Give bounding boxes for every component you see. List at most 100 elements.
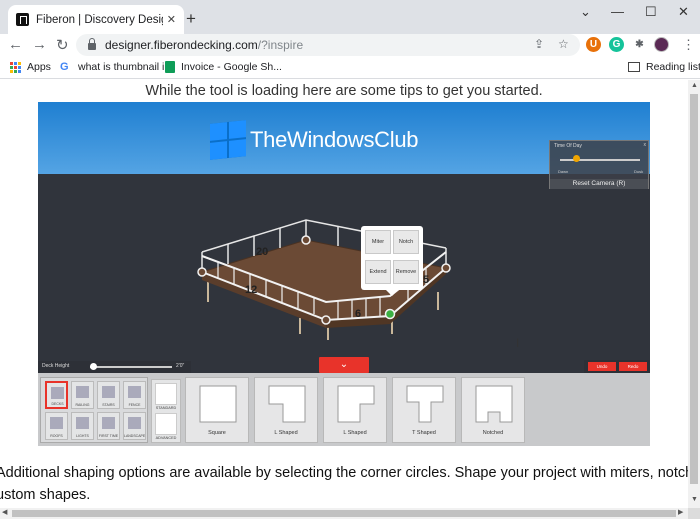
category-decks[interactable]: DECKS bbox=[45, 381, 68, 409]
tab-close-icon[interactable]: ✕ bbox=[167, 13, 176, 26]
notch-button[interactable]: Notch bbox=[393, 230, 419, 254]
time-of-day-close-icon[interactable]: x bbox=[644, 142, 647, 148]
shape-card-label: T Shaped bbox=[412, 430, 436, 436]
google-icon: G bbox=[60, 61, 69, 73]
undo-button[interactable]: Undo bbox=[588, 362, 616, 371]
landscape-icon bbox=[128, 417, 141, 429]
miter-button[interactable]: Miter bbox=[365, 230, 391, 254]
vertical-scrollbar[interactable]: ▲ ▼ bbox=[688, 80, 700, 508]
share-icon[interactable]: ⇪ bbox=[534, 37, 544, 51]
tab-strip: Fiberon | Discovery Designer | 3D ✕ + ⌄ … bbox=[0, 0, 700, 34]
bookmark-item[interactable]: G what is thumbnail i... bbox=[60, 61, 173, 73]
minimize-button[interactable]: — bbox=[611, 4, 624, 19]
deck-height-control: Deck Height 2'0" bbox=[38, 361, 191, 373]
category-fence[interactable]: FENCE bbox=[123, 381, 146, 409]
lights-icon bbox=[76, 417, 89, 429]
shape-card-square[interactable]: Square bbox=[185, 377, 249, 443]
shape-card-label: L Shaped bbox=[274, 430, 298, 436]
reload-button[interactable]: ↻ bbox=[56, 36, 69, 54]
bookmark-star-icon[interactable]: ☆ bbox=[558, 37, 569, 51]
extend-button[interactable]: Extend bbox=[365, 260, 391, 284]
dimension-label-left: 12 bbox=[245, 284, 258, 296]
reset-camera-button[interactable]: Reset Camera (R) bbox=[550, 179, 648, 189]
remove-button[interactable]: Remove bbox=[393, 260, 419, 284]
time-of-day-knob[interactable] bbox=[573, 155, 580, 162]
mode-toggle[interactable]: STANDARD ADVANCED bbox=[151, 379, 181, 443]
corner-options-popup: Miter Notch Extend Remove bbox=[361, 226, 423, 296]
redo-button[interactable]: Redo bbox=[619, 362, 647, 371]
category-railing[interactable]: RAILING bbox=[71, 381, 94, 409]
google-sheets-icon bbox=[165, 61, 175, 73]
undo-redo-panel: Undo Redo bbox=[584, 360, 650, 373]
vertical-scroll-thumb[interactable] bbox=[690, 94, 698, 484]
l-shape-icon bbox=[268, 385, 306, 423]
advanced-mode-icon bbox=[155, 413, 177, 435]
page-content: While the tool is loading here are some … bbox=[0, 80, 688, 508]
deck-height-label: Deck Height bbox=[42, 363, 70, 369]
ublock-extension-icon[interactable]: U bbox=[586, 37, 601, 52]
shaping-tip-paragraph: Additional shaping options are available… bbox=[0, 462, 688, 506]
scroll-up-icon[interactable]: ▲ bbox=[691, 82, 698, 89]
standard-mode-icon bbox=[155, 383, 177, 405]
apps-grid-icon bbox=[10, 61, 21, 73]
bookmarks-bar: Apps G what is thumbnail i... Invoice - … bbox=[0, 57, 700, 79]
horizontal-scrollbar[interactable]: ◀ ▶ bbox=[0, 508, 688, 519]
new-tab-button[interactable]: + bbox=[186, 9, 196, 29]
time-of-day-low-label: Dawn bbox=[558, 169, 569, 174]
reading-list-icon bbox=[628, 62, 640, 72]
deck-height-knob[interactable] bbox=[90, 363, 97, 370]
browser-window: Fiberon | Discovery Designer | 3D ✕ + ⌄ … bbox=[0, 0, 700, 519]
category-stairs[interactable]: STAIRS bbox=[97, 381, 120, 409]
shape-card-t-shaped[interactable]: T Shaped bbox=[392, 377, 456, 443]
collapse-panel-button[interactable]: ⌄ bbox=[319, 357, 369, 373]
bookmark-apps-label: Apps bbox=[27, 61, 51, 73]
time-of-day-slider[interactable] bbox=[560, 159, 640, 161]
back-button[interactable]: ← bbox=[8, 36, 23, 53]
close-window-button[interactable]: ✕ bbox=[678, 4, 689, 20]
category-landscape[interactable]: LANDSCAPE bbox=[123, 412, 146, 440]
bookmark-item[interactable]: Invoice - Google Sh... bbox=[165, 61, 282, 73]
standard-mode-label: STANDARD bbox=[155, 406, 177, 410]
shape-tray: DECKS RAILING STAIRS FENCE ROOFS LIGHTS … bbox=[38, 373, 650, 446]
category-roofs[interactable]: ROOFS bbox=[45, 412, 68, 440]
advanced-mode-label: ADVANCED bbox=[155, 436, 177, 440]
deck-designer-scene[interactable]: TheWindowsClub Time Of Day x Dawn Dusk R… bbox=[38, 102, 650, 446]
first-time-icon bbox=[102, 417, 115, 429]
category-first-time[interactable]: FIRST TIME bbox=[97, 412, 120, 440]
watermark-text: TheWindowsClub bbox=[250, 127, 419, 152]
decks-icon bbox=[51, 387, 64, 399]
bookmark-label: what is thumbnail i... bbox=[78, 61, 174, 73]
time-of-day-label: Time Of Day bbox=[554, 143, 582, 149]
maximize-button[interactable]: ☐ bbox=[645, 4, 657, 20]
thewindowsclub-watermark: TheWindowsClub bbox=[210, 120, 419, 160]
forward-button[interactable]: → bbox=[32, 36, 47, 53]
tab-search-icon[interactable]: ⌄ bbox=[580, 4, 591, 20]
shape-card-label: L Shaped bbox=[343, 430, 367, 436]
deck-height-slider[interactable] bbox=[90, 366, 172, 368]
time-of-day-panel: Time Of Day x Dawn Dusk Reset Camera (R) bbox=[549, 140, 649, 189]
url-path: /?inspire bbox=[257, 38, 304, 52]
profile-avatar[interactable] bbox=[654, 37, 669, 52]
bookmark-apps[interactable]: Apps bbox=[10, 61, 51, 73]
address-bar[interactable]: designer.fiberondecking.com /?inspire ⇪ … bbox=[76, 34, 580, 56]
grammarly-extension-icon[interactable]: G bbox=[609, 37, 624, 52]
fence-icon bbox=[128, 386, 141, 398]
browser-tab[interactable]: Fiberon | Discovery Designer | 3D ✕ bbox=[8, 5, 184, 34]
horizontal-scroll-thumb[interactable] bbox=[12, 510, 676, 517]
loading-tips-heading: While the tool is loading here are some … bbox=[145, 83, 543, 99]
scroll-right-icon[interactable]: ▶ bbox=[678, 508, 683, 516]
square-shape-icon bbox=[199, 385, 237, 423]
l-shape-alt-icon bbox=[337, 385, 375, 423]
text-cursor-icon: I bbox=[516, 336, 520, 350]
category-lights[interactable]: LIGHTS bbox=[71, 412, 94, 440]
extensions-puzzle-icon[interactable]: ✱ bbox=[632, 37, 647, 52]
scroll-left-icon[interactable]: ◀ bbox=[2, 508, 7, 516]
shape-card-l-shaped[interactable]: L Shaped bbox=[254, 377, 318, 443]
shape-card-l-shaped-alt[interactable]: L Shaped bbox=[323, 377, 387, 443]
reading-list-button[interactable]: Reading list bbox=[628, 61, 700, 73]
url-host: designer.fiberondecking.com bbox=[105, 38, 258, 52]
scroll-down-icon[interactable]: ▼ bbox=[691, 496, 698, 503]
shape-card-notched[interactable]: Notched bbox=[461, 377, 525, 443]
shaping-tip-line-1: Additional shaping options are available… bbox=[0, 465, 688, 481]
browser-menu-icon[interactable]: ⋮ bbox=[682, 37, 695, 53]
